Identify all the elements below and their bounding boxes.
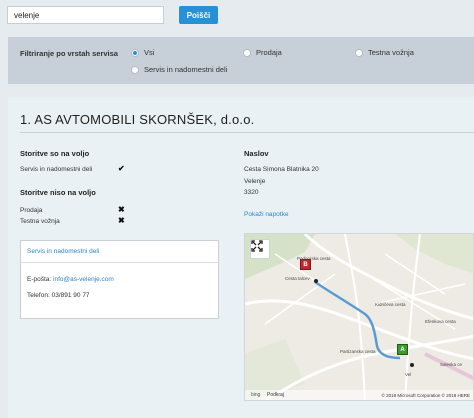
checkmark-icon: ✔ [118, 164, 125, 173]
filter-option-sales[interactable]: Prodaja [243, 48, 282, 57]
address-city: Velenje [244, 178, 266, 185]
filter-option-test-drive[interactable]: Testna vožnja [355, 48, 414, 57]
expand-icon [251, 240, 263, 252]
email-row: E-pošta: info@as-velenje.com [27, 276, 114, 283]
radio-button[interactable] [131, 65, 139, 74]
service-filter-bar: Filtriranje po vrstah servisa Vsi Prodaj… [8, 37, 474, 84]
map-canvas [245, 234, 473, 400]
unavailable-service-label: Prodaja [20, 207, 43, 214]
address-street: Cesta Simona Blatnika 20 [244, 166, 319, 173]
dealer-title: 1. AS AVTOMOBILI SKORNŠEK, d.o.o. [20, 112, 255, 127]
map-street-label: Efenkova cesta [425, 319, 456, 324]
filter-label: Filtriranje po vrstah servisa [20, 49, 118, 58]
map-attribution: © 2018 Microsoft Corporation © 2018 HERE [381, 393, 470, 398]
dealer-card: 1. AS AVTOMOBILI SKORNŠEK, d.o.o. Storit… [8, 97, 474, 418]
map-pin-a[interactable]: A [397, 344, 408, 355]
bing-logo: bing [251, 392, 261, 398]
filter-option-all[interactable]: Vsi [131, 48, 154, 57]
contact-box: Servis in nadomestni deli E-pošta: info@… [20, 240, 219, 319]
search-button[interactable]: Poišči [179, 6, 218, 24]
map-street-label: Podgorska cesta [297, 256, 331, 261]
map-street-label: Saleska ce [440, 362, 463, 367]
cross-icon: ✖ [118, 205, 125, 214]
map-street-label: Cesta talcev [285, 276, 310, 281]
email-label: E-pošta: [27, 276, 52, 283]
address-postcode: 3320 [244, 189, 259, 196]
search-input[interactable] [7, 6, 164, 24]
cross-icon: ✖ [118, 216, 125, 225]
contact-box-header: Servis in nadomestni deli [21, 241, 218, 263]
filter-option-label: Testna vožnja [368, 48, 414, 57]
radio-button[interactable] [131, 48, 139, 57]
available-service-label: Servis in nadomestni deli [20, 166, 93, 173]
unavailable-services-heading: Storitve niso na voljo [20, 188, 96, 197]
radio-button[interactable] [355, 48, 363, 57]
filter-option-label: Servis in nadomestni deli [144, 65, 228, 74]
phone-row: Telefon: 03/891 90 77 [27, 292, 90, 299]
filter-option-service-parts[interactable]: Servis in nadomestni deli [131, 65, 227, 74]
phone-label: Telefon: [27, 292, 50, 299]
address-heading: Naslov [244, 149, 269, 158]
filter-option-label: Prodaja [256, 48, 282, 57]
directions-link[interactable]: Pokaži napotke [244, 211, 288, 218]
email-link[interactable]: info@as-velenje.com [53, 276, 114, 283]
divider [20, 132, 474, 133]
map-street-label: Vel [405, 372, 412, 377]
radio-button[interactable] [243, 48, 251, 57]
filter-option-label: Vsi [144, 48, 155, 57]
map-street-label: Kidričeva cesta [375, 302, 406, 307]
route-map[interactable]: B A Podgorska cesta Cesta talcev Kidriče… [244, 233, 474, 401]
available-services-heading: Storitve so na voljo [20, 149, 90, 158]
fullscreen-button[interactable] [250, 239, 270, 259]
unavailable-service-label: Testna vožnja [20, 218, 60, 225]
map-region-label: Podkraj [267, 392, 284, 398]
phone-value: 03/891 90 77 [51, 292, 90, 299]
map-street-label: Partizanska cesta [340, 349, 376, 354]
contact-box-title[interactable]: Servis in nadomestni deli [27, 248, 99, 255]
